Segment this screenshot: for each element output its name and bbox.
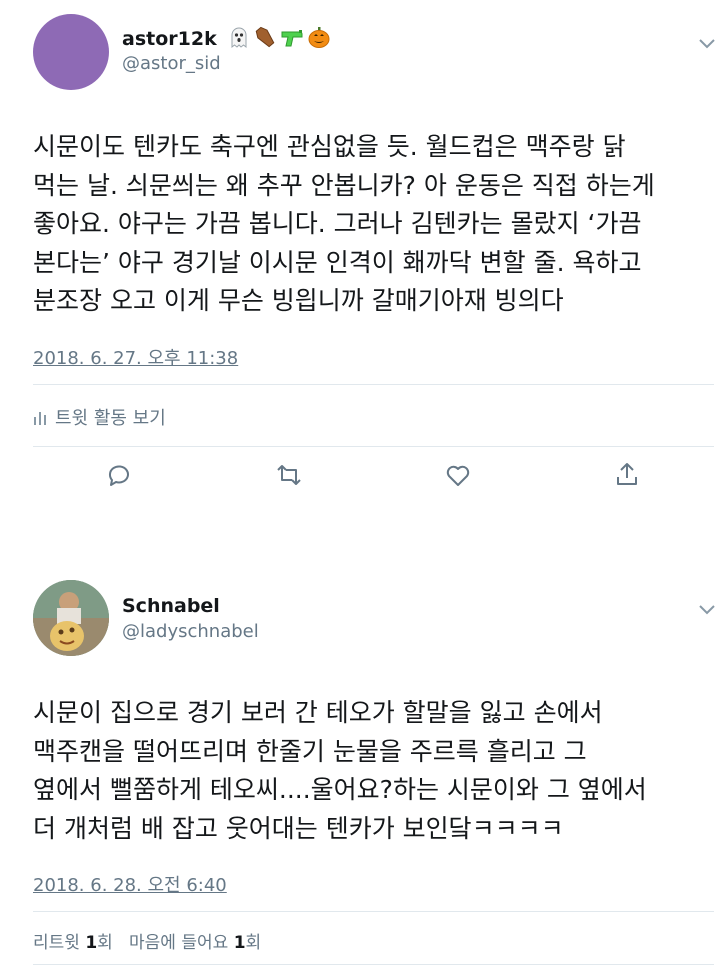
text-line: 분조장 오고 이게 무슨 빙읩니까 갈매기아재 빙의다 — [33, 286, 564, 315]
tweet-text: 시문이도 텐카도 축구엔 관심없을 듯. 월드컵은 맥주랑 닭 먹는 날. 싀문… — [33, 128, 655, 321]
bar-chart-icon — [34, 412, 46, 425]
avatar[interactable] — [33, 14, 109, 90]
engagement-stats: 리트윗 1회 마음에 들어요 1회 — [33, 928, 261, 953]
display-name[interactable]: Schnabel — [122, 595, 220, 617]
text-line: 먹는 날. 싀문씌는 왜 추꾸 안봅니카? 아 운동은 직접 하는게 — [33, 170, 655, 200]
tweet-text: 시문이 집으로 경기 보러 간 테오가 할말을 잃고 손에서 맥주캔을 떨어뜨리… — [33, 694, 647, 848]
text-line: 좋아요. 야구는 가끔 봅니다. 그러나 김텐카는 몰랐지 ‘가끔 — [33, 209, 642, 238]
jack-o-lantern-icon — [308, 27, 330, 48]
tweet-1: astor12k @astor_sid 시문이도 텐카도 축구엔 관심없을 듯.… — [0, 0, 720, 500]
coffin-icon — [256, 26, 275, 48]
tweet-activity-label: 트윗 활동 보기 — [55, 408, 166, 429]
text-line: 맥주캔을 떨어뜨리며 한줄기 눈물을 주르륵 흘리고 그 — [33, 736, 587, 766]
tweet-activity-link[interactable]: 트윗 활동 보기 — [33, 404, 166, 430]
tweet-2: Schnabel @ladyschnabel 시문이 집으로 경기 보러 간 테… — [0, 560, 720, 972]
divider — [33, 446, 714, 447]
text-line: 시문이 집으로 경기 보러 간 테오가 할말을 잃고 손에서 — [33, 698, 603, 727]
divider — [33, 384, 714, 385]
share-icon[interactable] — [613, 460, 641, 488]
likes-count: 1 — [233, 933, 246, 953]
like-icon[interactable] — [444, 461, 472, 489]
retweets-stat[interactable]: 리트윗 1회 — [33, 933, 118, 953]
avatar-image — [33, 580, 109, 656]
display-name[interactable]: astor12k — [122, 25, 331, 50]
water-pistol-icon — [281, 30, 303, 47]
timestamp-link[interactable]: 2018. 6. 27. 오후 11:38 — [33, 344, 238, 370]
text-line: 더 개처럼 배 잡고 웃어대는 텐카가 보인닼ㅋㅋㅋㅋ — [33, 813, 564, 843]
chevron-down-icon[interactable] — [697, 36, 717, 50]
text-line: 옆에서 뻘쭘하게 테오씨....울어요?하는 시문이와 그 옆에서 — [33, 775, 647, 804]
handle: @ladyschnabel — [122, 621, 259, 642]
divider — [33, 911, 714, 912]
timestamp-link[interactable]: 2018. 6. 28. 오전 6:40 — [33, 871, 227, 897]
retweets-count: 1 — [85, 933, 98, 953]
text-line: 시문이도 텐카도 축구엔 관심없을 듯. 월드컵은 맥주랑 닭 — [33, 132, 626, 161]
name-emoji-group — [227, 25, 331, 49]
avatar[interactable] — [33, 580, 109, 656]
divider — [33, 964, 714, 965]
retweet-icon[interactable] — [275, 461, 303, 489]
ghost-icon — [231, 27, 247, 49]
reply-icon[interactable] — [105, 461, 133, 489]
text-line: 본다는’ 야구 경기날 이시문 인격이 홰까닥 변할 줄. 욕하고 — [33, 247, 642, 277]
handle: @astor_sid — [122, 53, 221, 74]
chevron-down-icon[interactable] — [697, 602, 717, 616]
likes-stat[interactable]: 마음에 들어요 1회 — [129, 933, 261, 953]
